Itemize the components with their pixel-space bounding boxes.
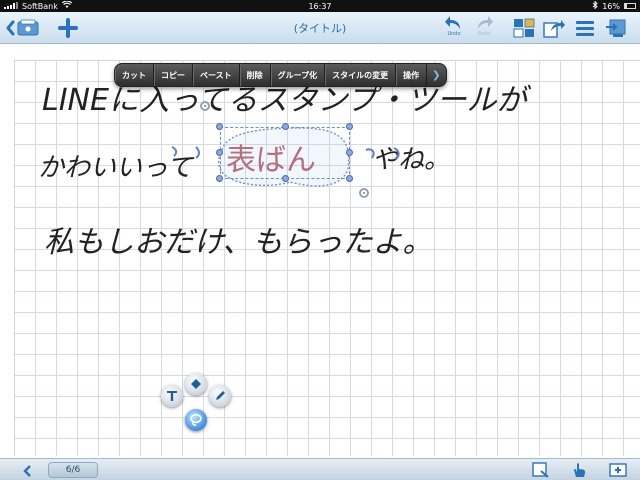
cut-menu-item[interactable]: カット [115,64,154,86]
text-tool-icon [167,391,177,401]
selection-mark [195,146,200,159]
resize-handle-bottom-left[interactable] [216,175,223,182]
resize-handle-left[interactable] [216,149,223,156]
zoom-window-button[interactable] [531,461,551,480]
context-menu: カット コピー ペースト 削除 グループ化 スタイルの変更 操作 ❯ [114,63,447,87]
handwriting-line-2b: やね。 [372,145,450,175]
eraser-tool-button[interactable] [185,373,207,395]
copy-menu-item[interactable]: コピー [154,64,193,86]
rotate-handle-bottom[interactable] [359,188,369,198]
delete-menu-item[interactable]: 削除 [240,64,271,86]
zoom-window-icon [532,462,549,478]
handwriting-line-1: LINEに入ってるスタンプ・ツールが [42,83,532,118]
context-menu-next-arrow[interactable]: ❯ [427,64,445,86]
handwriting-line-2a: かわいいって [38,153,195,183]
chevron-right-icon: ❯ [432,69,441,81]
resize-handle-right[interactable] [346,149,353,156]
change-style-menu-item[interactable]: スタイルの変更 [325,64,397,86]
bottom-toolbar: 6/6 [0,458,640,480]
chevron-left-icon [23,465,31,477]
hand-tool-button[interactable] [570,461,588,480]
rotate-handle-top[interactable] [200,101,210,111]
resize-handle-top-left[interactable] [216,123,223,130]
text-tool-button[interactable] [161,385,183,407]
add-frame-icon [609,463,627,477]
handwriting-line-3: 私もしおだけ、もらったよ。 [44,225,433,260]
selection-box[interactable] [220,127,350,179]
resize-handle-top[interactable] [282,123,289,130]
operation-menu-item[interactable]: 操作 [396,64,428,86]
pen-tool-button[interactable] [209,385,231,407]
lasso-tool-button[interactable] [185,409,207,431]
lasso-icon [190,413,202,427]
previous-page-button[interactable] [22,463,32,480]
resize-handle-top-right[interactable] [346,123,353,130]
page-indicator[interactable]: 6/6 [48,462,98,478]
resize-handle-bottom[interactable] [282,175,289,182]
hand-icon [574,463,585,477]
paste-menu-item[interactable]: ペースト [193,64,240,86]
resize-handle-bottom-right[interactable] [346,175,353,182]
eraser-icon [191,379,201,389]
pen-icon [216,391,225,400]
group-menu-item[interactable]: グループ化 [271,64,326,86]
add-item-button[interactable] [608,461,628,480]
